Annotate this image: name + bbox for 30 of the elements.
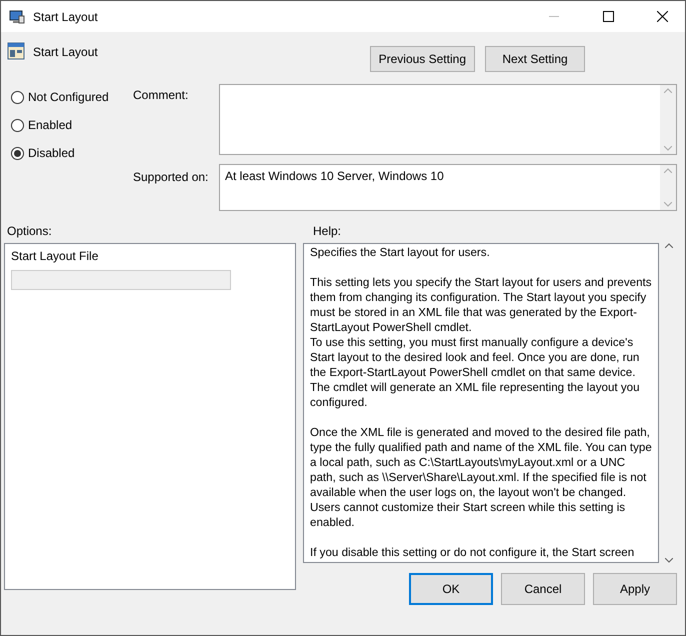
options-label: Options:	[7, 224, 53, 240]
field-label: Start Layout File	[11, 249, 100, 263]
scrollbar[interactable]	[660, 85, 676, 154]
settings-icon	[7, 42, 25, 60]
close-icon	[656, 11, 668, 22]
dialog-button[interactable]: Apply	[593, 573, 677, 605]
setting-name: Start Layout	[33, 45, 98, 59]
radio-button[interactable]	[11, 90, 24, 104]
comment-field[interactable]	[219, 84, 677, 155]
radio-label[interactable]: Enabled	[28, 118, 72, 132]
computer-icon	[9, 8, 25, 24]
radio-button[interactable]	[11, 146, 24, 160]
maximize-icon	[602, 11, 614, 22]
window-title: Start Layout	[33, 10, 99, 24]
help-label: Help:	[313, 224, 342, 240]
supported-on-label: Supported on:	[133, 169, 210, 186]
help-paragraph: If you disable this setting or do not configure it, the Start screen	[310, 545, 636, 560]
supported-on-box: At least Windows 10 Server, Windows 10	[219, 164, 677, 211]
help-paragraph: Once the XML file is generated and moved to the desired file path, type the fully qualified path and name of the XML file. You can type a local path, such as C:\StartLayouts\myLayout.xml or a UNC path, such as \\Server\Share\Layout.xml. If the specified file is not available when the user logs on, the layout won't be changed. Users cannot customize their Start screen while this setting is enabled.	[310, 425, 652, 530]
radio-label[interactable]: Disabled	[28, 146, 75, 160]
minimize-icon	[549, 16, 559, 17]
radio-label[interactable]: Not Configured	[28, 90, 109, 104]
comment-label: Comment:	[133, 87, 190, 104]
previous-setting-button[interactable]: Previous Setting	[370, 46, 475, 72]
help-paragraph: Specifies the Start layout for users.	[310, 245, 491, 260]
radio-button[interactable]	[11, 118, 24, 132]
help-paragraph: This setting lets you specify the Start layout for users and prevents them from changing its configuration. The Start layout you specify must be stored in an XML file that was generated by the Export-StartLayout PowerShell cmdlet. To use this setting, you must first manually configure a device's Start layout to the desired look and feel. Once you are done, run the Export-StartLayout PowerShell cmdlet on that same device. The cmdlet will generate an XML file representing the layout you configured.	[310, 275, 652, 410]
next-setting-button[interactable]: Next Setting	[485, 46, 585, 72]
dialog-button[interactable]: Cancel	[501, 573, 585, 605]
dialog-button[interactable]: OK	[409, 573, 493, 605]
